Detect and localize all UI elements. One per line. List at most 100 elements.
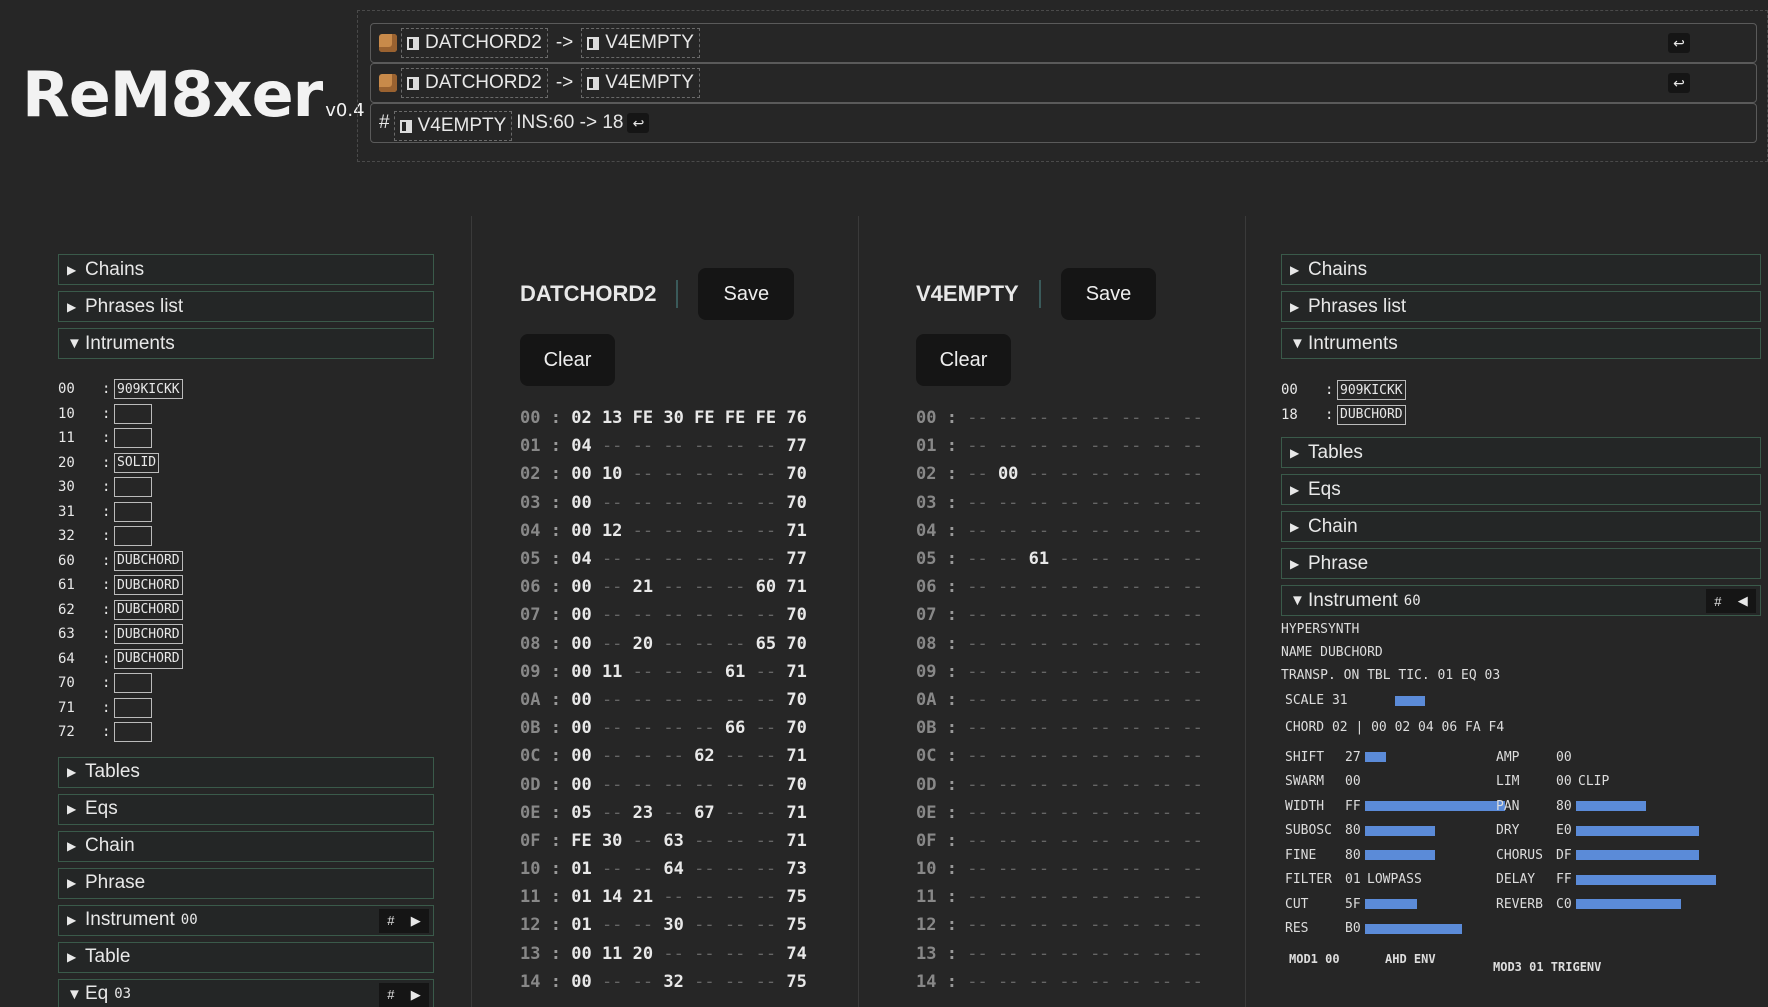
instrument-slot[interactable]: DUBCHORD [114, 575, 183, 596]
track-cell[interactable]: 00 [571, 690, 591, 710]
track-cell[interactable]: -- [694, 493, 714, 513]
track-cell[interactable]: 70 [786, 718, 806, 738]
song-row[interactable]: 12 : -- -- -- -- -- -- -- -- [916, 911, 1203, 939]
track-cell[interactable]: -- [967, 690, 987, 710]
section-tables[interactable]: ▶ Tables [1281, 437, 1761, 468]
track-cell[interactable]: -- [998, 944, 1018, 964]
track-cell[interactable]: 00 [571, 944, 591, 964]
track-cell[interactable]: -- [1121, 887, 1141, 907]
song-row[interactable]: 0A : -- -- -- -- -- -- -- -- [916, 686, 1203, 714]
track-cell[interactable]: -- [725, 887, 745, 907]
track-cell[interactable]: 04 [571, 549, 591, 569]
track-cell[interactable]: -- [998, 634, 1018, 654]
track-cell[interactable]: 62 [694, 746, 714, 766]
track-cell[interactable]: 00 [571, 718, 591, 738]
param-filter[interactable]: FILTER 01 LOWPASS [1285, 870, 1422, 890]
track-cell[interactable]: -- [1182, 859, 1202, 879]
track-cell[interactable]: 61 [725, 662, 745, 682]
song-row[interactable]: 0A : 00 -- -- -- -- -- -- 70 [520, 686, 807, 714]
track-cell[interactable]: -- [602, 690, 622, 710]
track-cell[interactable]: -- [967, 493, 987, 513]
track-cell[interactable]: -- [1029, 408, 1049, 428]
track-cell[interactable]: 11 [602, 662, 622, 682]
track-cell[interactable]: -- [602, 436, 622, 456]
track-cell[interactable]: -- [1059, 605, 1079, 625]
track-cell[interactable]: -- [1090, 887, 1110, 907]
track-cell[interactable]: 30 [663, 915, 683, 935]
track-cell[interactable]: -- [1029, 831, 1049, 851]
section-chain[interactable]: ▶ Chain [58, 830, 434, 862]
track-cell[interactable]: FE [725, 408, 745, 428]
section-eqs[interactable]: ▶ Eqs [1281, 474, 1761, 505]
track-cell[interactable]: -- [1059, 408, 1079, 428]
track-cell[interactable]: -- [633, 915, 653, 935]
track-cell[interactable]: 02 [571, 408, 591, 428]
track-cell[interactable]: -- [756, 493, 776, 513]
track-cell[interactable]: -- [1152, 944, 1172, 964]
track-cell[interactable]: -- [663, 493, 683, 513]
track-cell[interactable]: -- [1059, 436, 1079, 456]
track-cell[interactable]: 77 [786, 436, 806, 456]
song-row[interactable]: 04 : -- -- -- -- -- -- -- -- [916, 517, 1203, 545]
track-cell[interactable]: -- [725, 972, 745, 992]
track-cell[interactable]: -- [967, 662, 987, 682]
track-cell[interactable]: -- [1029, 775, 1049, 795]
track-cell[interactable]: -- [1121, 634, 1141, 654]
track-cell[interactable]: -- [1182, 887, 1202, 907]
instrument-slot[interactable] [114, 477, 152, 498]
track-cell[interactable]: -- [602, 859, 622, 879]
track-cell[interactable]: -- [756, 436, 776, 456]
track-cell[interactable]: -- [1029, 521, 1049, 541]
track-cell[interactable]: -- [663, 775, 683, 795]
song-row[interactable]: 0E : 05 -- 23 -- 67 -- -- 71 [520, 799, 807, 827]
song-row[interactable]: 13 : -- -- -- -- -- -- -- -- [916, 940, 1203, 968]
param-amp[interactable]: AMP 00 [1496, 747, 1576, 767]
track-cell[interactable]: -- [663, 521, 683, 541]
track-cell[interactable]: -- [1121, 493, 1141, 513]
track-cell[interactable]: -- [1059, 690, 1079, 710]
instrument-slot[interactable] [114, 526, 152, 547]
track-cell[interactable]: -- [1182, 436, 1202, 456]
track-cell[interactable]: -- [998, 549, 1018, 569]
track-cell[interactable]: -- [1182, 408, 1202, 428]
track-cell[interactable]: -- [1152, 408, 1172, 428]
song-row[interactable]: 09 : -- -- -- -- -- -- -- -- [916, 658, 1203, 686]
track-cell[interactable]: 00 [571, 746, 591, 766]
song-row[interactable]: 13 : 00 11 20 -- -- -- -- 74 [520, 940, 807, 968]
track-cell[interactable]: -- [998, 605, 1018, 625]
track-cell[interactable]: -- [1090, 775, 1110, 795]
undo-icon[interactable]: ↩ [627, 113, 650, 133]
track-cell[interactable]: -- [998, 972, 1018, 992]
track-cell[interactable]: -- [756, 944, 776, 964]
track-cell[interactable]: -- [1121, 859, 1141, 879]
param-cut[interactable]: CUT 5F [1285, 894, 1417, 914]
track-cell[interactable]: -- [756, 718, 776, 738]
track-cell[interactable]: -- [1152, 718, 1172, 738]
track-cell[interactable]: -- [1152, 915, 1172, 935]
track-cell[interactable]: -- [633, 859, 653, 879]
track-cell[interactable]: -- [1152, 577, 1172, 597]
track-cell[interactable]: -- [1182, 464, 1202, 484]
track-cell[interactable]: -- [1182, 549, 1202, 569]
song-row[interactable]: 03 : 00 -- -- -- -- -- -- 70 [520, 489, 807, 517]
track-cell[interactable]: -- [1029, 972, 1049, 992]
track-cell[interactable]: -- [663, 944, 683, 964]
section-phrases-list[interactable]: ▶ Phrases list [1281, 291, 1761, 322]
section-instrument[interactable]: ▶ Instrument 00 # ▶ [58, 904, 434, 936]
track-cell[interactable]: -- [694, 605, 714, 625]
track-cell[interactable]: 73 [786, 859, 806, 879]
song-row[interactable]: 0F : FE 30 -- 63 -- -- -- 71 [520, 827, 807, 855]
save-button[interactable]: Save [1060, 268, 1157, 320]
track-cell[interactable]: 66 [725, 718, 745, 738]
track-cell[interactable]: -- [633, 972, 653, 992]
track-cell[interactable]: 01 [571, 887, 591, 907]
song-row[interactable]: 0E : -- -- -- -- -- -- -- -- [916, 799, 1203, 827]
track-cell[interactable]: -- [663, 803, 683, 823]
song-row[interactable]: 0C : -- -- -- -- -- -- -- -- [916, 742, 1203, 770]
track-cell[interactable]: 70 [786, 493, 806, 513]
track-cell[interactable]: -- [725, 775, 745, 795]
track-cell[interactable]: 75 [786, 915, 806, 935]
section-instruments[interactable]: ▼ Intruments [1281, 328, 1761, 359]
track-cell[interactable]: -- [1029, 634, 1049, 654]
param-delay[interactable]: DELAY FF [1496, 870, 1716, 890]
